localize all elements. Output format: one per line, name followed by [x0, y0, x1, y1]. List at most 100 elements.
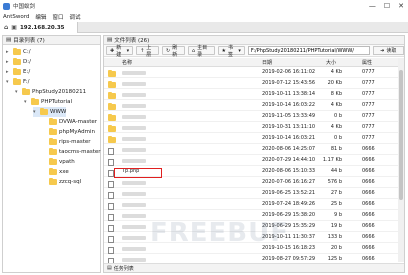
- bookmark-dropdown-icon: ▾: [238, 47, 241, 54]
- tree-item[interactable]: ▾ F:/: [6, 77, 29, 87]
- folder-icon: [49, 148, 57, 155]
- tab-connection[interactable]: ⌂ ▣ 192.168.20.35: [0, 22, 78, 33]
- file-row[interactable]: 2019-11-05 13:33:49 0 b 0777: [104, 111, 404, 122]
- collapse-icon[interactable]: ▾: [6, 79, 11, 85]
- file-date: 2020-08-06 14:25:07: [262, 146, 316, 152]
- tree-item-label: C:/: [23, 49, 31, 55]
- bookmark-button[interactable]: ★ 书签 ▾: [217, 45, 245, 58]
- tree-item[interactable]: ▸ D:/: [6, 57, 31, 67]
- file-attr: 0777: [362, 113, 375, 119]
- file-row[interactable]: 2019-10-11 13:38:14 8 Kb 0777: [104, 89, 404, 100]
- collapse-icon[interactable]: ▾: [24, 99, 29, 105]
- arrow-right-icon: ➜: [380, 47, 385, 54]
- file-row[interactable]: 2019-02-06 16:11:02 4 Kb 0777: [104, 67, 404, 78]
- arrow-up-icon: ↑: [140, 47, 145, 54]
- file-size: 4 Kb: [330, 69, 342, 75]
- file-size: 0 b: [334, 135, 342, 141]
- menu-bar: AntSword 编辑 窗口 调试: [0, 12, 408, 22]
- tree-item[interactable]: zzcq-sql: [42, 177, 81, 187]
- file-attr: 0666: [362, 190, 375, 196]
- tree-item-label: phpMyAdmin: [59, 129, 95, 135]
- file-row[interactable]: 2019-10-31 13:11:10 4 Kb 0777: [104, 122, 404, 133]
- folder-icon: [13, 48, 21, 55]
- collapse-icon[interactable]: ▾: [33, 109, 38, 115]
- menu-window[interactable]: 窗口: [52, 13, 63, 21]
- file-size: 4 Kb: [330, 124, 342, 130]
- file-size: 133 b: [327, 234, 342, 240]
- app-icon: [3, 2, 10, 10]
- read-button[interactable]: ➜ 读取: [372, 46, 404, 55]
- col-attr[interactable]: 属性: [362, 59, 372, 66]
- file-row[interactable]: 2019-07-24 18:49:26 25 b 0666: [104, 199, 404, 210]
- expand-icon[interactable]: ▸: [6, 59, 11, 65]
- bookmark-icon: ★: [221, 47, 226, 54]
- file-size: 81 b: [330, 146, 342, 152]
- close-button[interactable]: ✕: [398, 2, 404, 10]
- file-size: 19 b: [330, 223, 342, 229]
- minimize-button[interactable]: —: [369, 2, 376, 10]
- file-date: 2020-07-06 16:16:27: [262, 179, 316, 185]
- expand-icon[interactable]: ▸: [6, 69, 11, 75]
- file-row[interactable]: 2020-07-29 14:44:10 1.17 Kb 0666: [104, 155, 404, 166]
- tree-item[interactable]: xxe: [42, 167, 69, 177]
- tree-item-label: WWW: [50, 109, 67, 115]
- home-dir-button[interactable]: ⌂ 主目录: [187, 45, 215, 58]
- scrollbar-thumb[interactable]: [399, 70, 403, 200]
- folder-tree-icon: ▤: [6, 37, 12, 43]
- menu-debug[interactable]: 调试: [69, 13, 80, 21]
- task-list-label[interactable]: 任务列表: [114, 265, 134, 272]
- expand-icon[interactable]: ▸: [6, 49, 11, 55]
- folder-icon: [22, 88, 30, 95]
- file-row[interactable]: 2019-10-14 16:03:21 0 b 0777: [104, 133, 404, 144]
- file-date: 2019-10-11 13:38:14: [262, 91, 316, 97]
- menu-antsword[interactable]: AntSword: [3, 14, 29, 20]
- maximize-button[interactable]: ☐: [384, 2, 390, 10]
- tree-item[interactable]: rips-master: [42, 137, 91, 147]
- collapse-icon[interactable]: ▾: [15, 89, 20, 95]
- file-date: 2019-07-12 15:43:56: [262, 80, 316, 86]
- tab-bar: ⌂ ▣ 192.168.20.35: [0, 22, 408, 33]
- col-date[interactable]: 日期: [262, 59, 272, 66]
- file-date: 2020-08-06 15:10:33: [262, 168, 316, 174]
- new-button[interactable]: ✚ 新建 ▾: [106, 45, 134, 58]
- folder-icon: [49, 128, 57, 135]
- file-attr: 0666: [362, 245, 375, 251]
- file-row[interactable]: 2020-08-06 14:25:07 81 b 0666: [104, 144, 404, 155]
- file-date: 2019-02-06 16:11:02: [262, 69, 316, 75]
- tree-item-label: xxe: [59, 169, 69, 175]
- tree-item[interactable]: DVWA-master: [42, 117, 97, 127]
- up-button[interactable]: ↑ 上层: [136, 45, 159, 58]
- file-attr: 0666: [362, 223, 375, 229]
- file-table-header: 名称 日期 大小 属性: [104, 58, 404, 67]
- tree-item-label: vpath: [59, 159, 75, 165]
- tree-item[interactable]: phpMyAdmin: [42, 127, 95, 137]
- tree-item[interactable]: ▸ E:/: [6, 67, 30, 77]
- folder-icon: [13, 78, 21, 85]
- file-row[interactable]: 2020-07-06 16:16:27 576 b 0666: [104, 177, 404, 188]
- tree-item[interactable]: vpath: [42, 157, 75, 167]
- file-attr: 0777: [362, 124, 375, 130]
- path-input[interactable]: [247, 46, 370, 55]
- tree-item[interactable]: ▸ C:/: [6, 47, 31, 57]
- file-attr: 0777: [362, 91, 375, 97]
- tree-item-label: E:/: [23, 69, 31, 75]
- task-bar: ▤ 任务列表: [104, 263, 404, 272]
- scrollbar[interactable]: [398, 58, 404, 262]
- tree-item[interactable]: ▾ PHPTutorial: [24, 97, 72, 107]
- file-row[interactable]: 2019-10-14 16:03:22 4 Kb 0777: [104, 100, 404, 111]
- file-attr: 0777: [362, 135, 375, 141]
- file-row[interactable]: 2019-06-25 13:52:21 27 b 0666: [104, 188, 404, 199]
- tree-item-label: PhpStudy20180211: [32, 89, 87, 95]
- file-row[interactable]: 2019-07-12 15:43:56 20 Kb 0777: [104, 78, 404, 89]
- menu-edit[interactable]: 编辑: [35, 13, 46, 21]
- file-list-icon: ▤: [107, 37, 113, 43]
- tree-item[interactable]: ▾ PhpStudy20180211: [15, 87, 86, 97]
- file-date: 2019-11-05 13:33:49: [262, 113, 316, 119]
- col-name[interactable]: 名称: [122, 59, 132, 66]
- tree-item[interactable]: taocms-master: [42, 147, 101, 157]
- refresh-button[interactable]: ↻ 刷新: [162, 45, 185, 58]
- folder-icon: [49, 118, 57, 125]
- file-row[interactable]: Tp.php 2020-08-06 15:10:33 44 b 0666: [104, 166, 404, 178]
- col-size[interactable]: 大小: [326, 59, 336, 66]
- tree-item[interactable]: ▾ WWW: [33, 107, 67, 117]
